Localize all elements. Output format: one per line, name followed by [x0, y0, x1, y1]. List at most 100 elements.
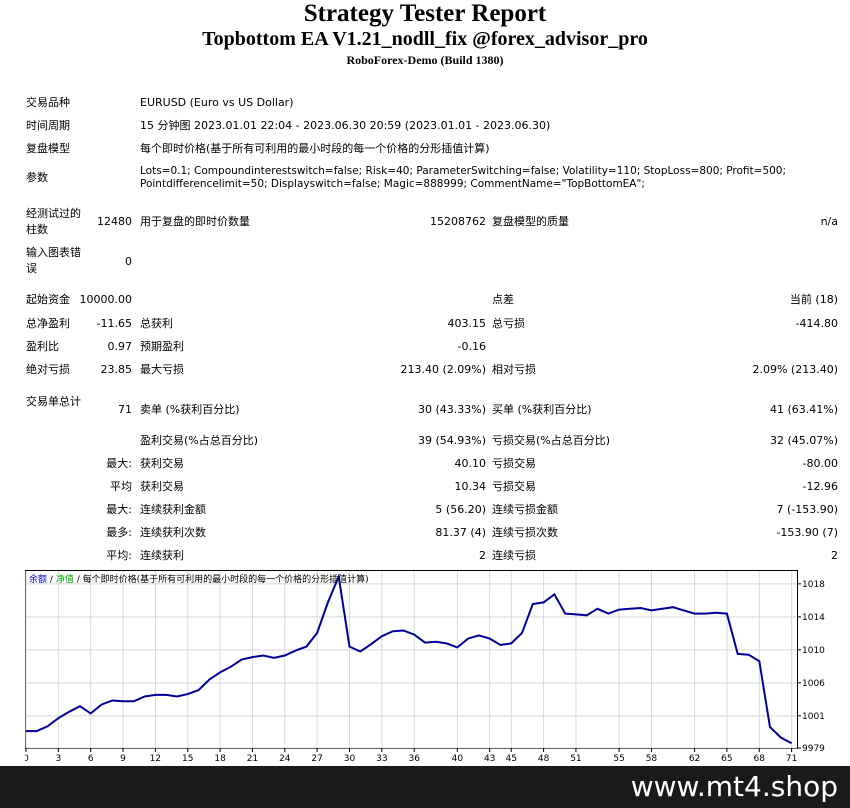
max-cons-profit-value: 81.37 (4) — [435, 526, 486, 539]
x-tick-label: 68 — [754, 754, 766, 764]
largest-loss-value: -80.00 — [802, 457, 838, 470]
rel-drawdown-value: 2.09% (213.40) — [752, 363, 838, 376]
avg-cons-losses-label: 连续亏损 — [492, 549, 536, 562]
x-tick-label: 21 — [247, 754, 258, 764]
x-tick-label: 15 — [182, 754, 193, 764]
largest-label: 最大: — [106, 457, 132, 470]
balance-chart: 99791001910060101011014210183 0369121518… — [25, 570, 825, 764]
y-tick-label: 10142 — [802, 613, 825, 623]
x-tick-label: 45 — [506, 754, 517, 764]
expected-payoff-label: 预期盈利 — [140, 340, 184, 353]
y-tick-label: 10101 — [802, 646, 825, 656]
params-line-1: Lots=0.1; Compoundinterestswitch=false; … — [140, 165, 787, 177]
loss-trades-value: 32 (45.07%) — [769, 434, 838, 447]
quality-value: n/a — [820, 215, 838, 228]
gross-loss-label: 总亏损 — [492, 317, 525, 330]
symbol-label: 交易品种 — [26, 96, 70, 109]
params-label: 参数 — [26, 171, 48, 184]
y-tick-label: 9979 — [802, 744, 825, 754]
x-tick-label: 55 — [613, 754, 624, 764]
avg-profit-value: 10.34 — [454, 480, 487, 493]
largest-loss-label: 亏损交易 — [492, 457, 536, 470]
x-tick-label: 3 — [55, 754, 61, 764]
abs-drawdown-value: 23.85 — [100, 363, 133, 376]
average-label: 平均 — [110, 480, 132, 493]
loss-trades-label: 亏损交易(%占总百分比) — [492, 434, 611, 447]
maximal-label: 最多: — [106, 526, 132, 539]
max-drawdown-label: 最大亏损 — [140, 363, 184, 376]
footer-bar: www.mt4.shop — [0, 766, 850, 808]
x-tick-label: 24 — [279, 754, 291, 764]
avg-loss-value: -12.96 — [802, 480, 838, 493]
maximum-label: 最大: — [106, 503, 132, 516]
x-tick-label: 71 — [786, 754, 797, 764]
x-tick-label: 27 — [311, 754, 322, 764]
largest-profit-value: 40.10 — [454, 457, 487, 470]
x-tick-label: 51 — [570, 754, 581, 764]
x-tick-label: 65 — [721, 754, 732, 764]
x-tick-label: 58 — [646, 754, 658, 764]
symbol-value: EURUSD (Euro vs US Dollar) — [140, 96, 294, 109]
gross-loss-value: -414.80 — [795, 317, 838, 330]
x-tick-label: 6 — [88, 754, 94, 764]
deposit-label: 起始资金 — [26, 293, 70, 306]
expected-payoff-value: -0.16 — [457, 340, 486, 353]
max-cons-wins-label: 连续获利金额 — [140, 503, 206, 516]
errors-value: 0 — [125, 255, 132, 268]
params-line-2: Pointdifferencelimit=50; Displayswitch=f… — [140, 178, 645, 190]
max-cons-losses-value: 7 (-153.90) — [776, 503, 838, 516]
legend: 余额 / 净值 / 每个即时价格(基于所有可利用的最小时段的每一个价格的分形插值… — [29, 573, 369, 585]
ticks-label: 用于复盘的即时价数量 — [140, 215, 250, 228]
server-build: RoboForex-Demo (Build 1380) — [346, 53, 504, 67]
deposit-value: 10000.00 — [79, 293, 133, 306]
max-cons-profit-label: 连续获利次数 — [140, 526, 206, 539]
x-tick-label: 30 — [344, 754, 356, 764]
x-tick-label: 43 — [484, 754, 495, 764]
short-positions-label: 卖单 (%获利百分比) — [140, 403, 240, 416]
total-trades-value: 71 — [118, 403, 132, 416]
long-positions-label: 买单 (%获利百分比) — [492, 403, 592, 416]
avg-cons-label: 平均: — [106, 549, 132, 562]
avg-profit-label: 获利交易 — [140, 480, 184, 493]
period-label: 时间周期 — [26, 119, 70, 132]
abs-drawdown-label: 绝对亏损 — [26, 363, 70, 376]
x-axis-ticks: 0 3 6 9 12 15 18 21 24 27 30 33 36 40 43 45 48 51 55 58 62 65… — [25, 748, 797, 764]
period-value: 15 分钟图 2023.01.01 22:04 - 2023.06.30 20:… — [140, 119, 551, 132]
net-profit-value: -11.65 — [96, 317, 132, 330]
x-tick-label: 9 — [120, 754, 126, 764]
x-tick-label: 40 — [452, 754, 464, 764]
ea-name: Topbottom EA V1.21_nodll_fix @forex_advi… — [202, 28, 648, 50]
net-profit-label: 总净盈利 — [26, 317, 70, 330]
gross-profit-value: 403.15 — [447, 317, 487, 330]
profit-factor-value: 0.97 — [107, 340, 133, 353]
legend-equity: 净值 — [56, 573, 74, 585]
ticks-value: 15208762 — [430, 215, 486, 228]
avg-cons-wins-label: 连续获利 — [140, 549, 184, 562]
spread-value: 当前 (18) — [789, 293, 838, 306]
profit-trades-label: 盈利交易(%占总百分比) — [140, 434, 259, 447]
spread-label: 点差 — [492, 293, 514, 306]
profit-trades-value: 39 (54.93%) — [417, 434, 486, 447]
x-tick-label: 62 — [689, 754, 700, 764]
x-tick-label: 18 — [214, 754, 226, 764]
avg-cons-wins-value: 2 — [479, 549, 486, 562]
max-cons-loss-count-value: -153.90 (7) — [776, 526, 838, 539]
report-title: Strategy Tester Report — [303, 0, 547, 27]
watermark-text: www.mt4.shop — [630, 770, 838, 803]
max-cons-wins-value: 5 (56.20) — [435, 503, 486, 516]
largest-profit-label: 获利交易 — [140, 457, 184, 470]
x-tick-label: 33 — [376, 754, 387, 764]
x-tick-label: 12 — [150, 754, 161, 764]
y-axis-ticks: 9979 10019 10060 10101 10142 10183 — [797, 580, 825, 754]
short-positions-value: 30 (43.33%) — [417, 403, 486, 416]
rel-drawdown-label: 相对亏损 — [492, 363, 536, 376]
long-positions-value: 41 (63.41%) — [769, 403, 838, 416]
x-tick-label: 36 — [408, 754, 420, 764]
plot-frame — [25, 570, 798, 749]
gross-profit-label: 总获利 — [140, 317, 173, 330]
max-cons-loss-count-label: 连续亏损次数 — [492, 526, 558, 539]
quality-label: 复盘模型的质量 — [492, 215, 569, 228]
avg-loss-label: 亏损交易 — [492, 480, 536, 493]
model-value: 每个即时价格(基于所有可利用的最小时段的每一个价格的分形插值计算) — [140, 142, 490, 155]
legend-balance: 余额 — [29, 573, 47, 585]
